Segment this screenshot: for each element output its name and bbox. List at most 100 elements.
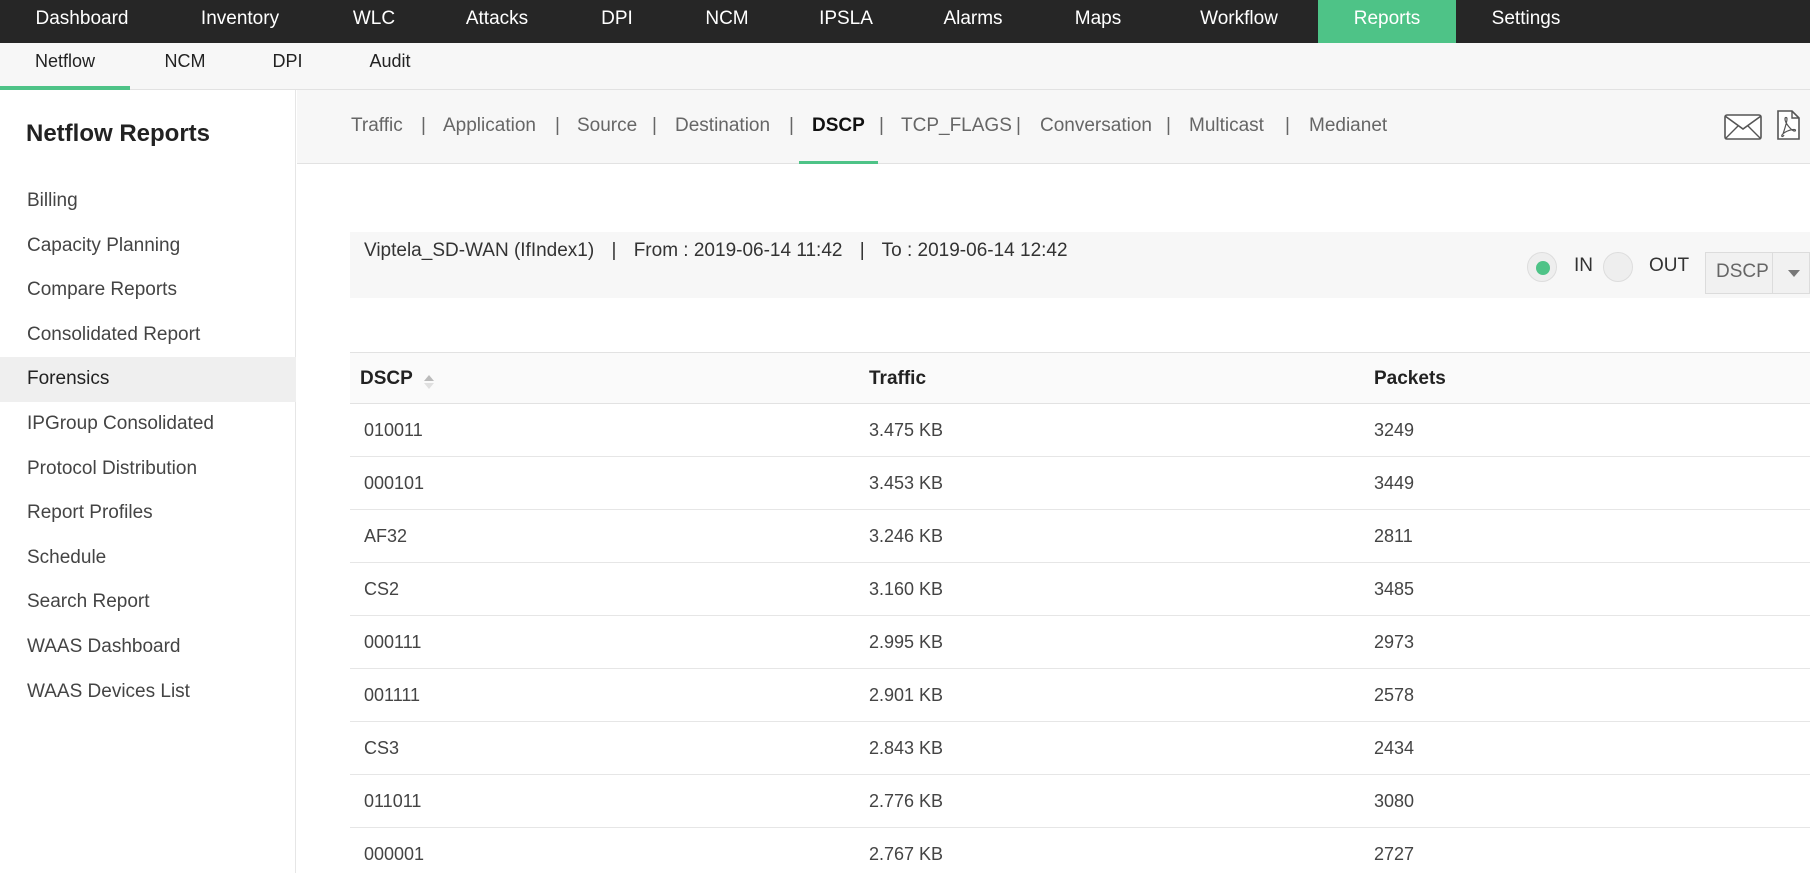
sidebar-item-capacity-planning[interactable]: Capacity Planning bbox=[0, 224, 296, 269]
traffic-cell: 2.776 KB bbox=[869, 791, 944, 811]
nav-dashboard[interactable]: Dashboard bbox=[0, 0, 164, 43]
pdf-icon[interactable] bbox=[1776, 110, 1800, 140]
table-row[interactable]: 011011 2.776 KB 3080 bbox=[350, 775, 1810, 828]
sidebar-item-waas-dashboard[interactable]: WAAS Dashboard bbox=[0, 625, 296, 670]
out-radio-label: OUT bbox=[1649, 255, 1690, 276]
table-row[interactable]: CS2 3.160 KB 3485 bbox=[350, 563, 1810, 616]
packets-cell: 2578 bbox=[1374, 685, 1415, 705]
table-row[interactable]: 000111 2.995 KB 2973 bbox=[350, 616, 1810, 669]
table-header: DSCP Traffic Packets bbox=[350, 352, 1810, 404]
traffic-cell: 2.901 KB bbox=[869, 685, 944, 705]
tab-conversation[interactable]: Conversation bbox=[1040, 90, 1152, 164]
tab-separator: | bbox=[1166, 115, 1171, 136]
sub-nav: Netflow NCM DPI Audit bbox=[0, 43, 1810, 90]
packets-cell: 3449 bbox=[1374, 473, 1415, 493]
sidebar: Netflow Reports Billing Capacity Plannin… bbox=[0, 90, 296, 873]
packets-cell: 2811 bbox=[1374, 526, 1413, 546]
dscp-cell: 000101 bbox=[364, 473, 425, 493]
subnav-audit[interactable]: Audit bbox=[335, 43, 445, 90]
nav-maps[interactable]: Maps bbox=[1036, 0, 1160, 43]
packets-cell: 3485 bbox=[1374, 579, 1415, 599]
tab-separator: | bbox=[789, 115, 794, 136]
from-time: From : 2019-06-14 11:42 bbox=[633, 240, 843, 261]
sidebar-item-forensics[interactable]: Forensics bbox=[0, 357, 296, 402]
tab-destination[interactable]: Destination bbox=[675, 90, 770, 164]
sidebar-list: Billing Capacity Planning Compare Report… bbox=[0, 179, 296, 714]
subnav-ncm[interactable]: NCM bbox=[130, 43, 240, 90]
traffic-cell: 3.246 KB bbox=[869, 526, 944, 546]
device-name: Viptela_SD-WAN (IfIndex1) bbox=[364, 240, 595, 261]
dscp-cell: 000001 bbox=[364, 844, 425, 864]
chevron-down-icon bbox=[1788, 270, 1800, 277]
packets-cell: 2727 bbox=[1374, 844, 1415, 864]
table-row[interactable]: 000001 2.767 KB 2727 bbox=[350, 828, 1810, 873]
dscp-cell: AF32 bbox=[364, 526, 408, 546]
sidebar-item-report-profiles[interactable]: Report Profiles bbox=[0, 491, 296, 536]
sidebar-item-billing[interactable]: Billing bbox=[0, 179, 296, 224]
report-tabs: Traffic | Application | Source | Destina… bbox=[297, 90, 1810, 164]
dscp-select[interactable]: DSCP bbox=[1705, 252, 1810, 294]
column-header-traffic[interactable]: Traffic bbox=[869, 353, 926, 405]
table-row[interactable]: 001111 2.901 KB 2578 bbox=[350, 669, 1810, 722]
tab-separator: | bbox=[879, 115, 884, 136]
to-time: To : 2019-06-14 12:42 bbox=[881, 240, 1068, 261]
tab-source[interactable]: Source bbox=[577, 90, 637, 164]
sidebar-item-search-report[interactable]: Search Report bbox=[0, 580, 296, 625]
tab-medianet[interactable]: Medianet bbox=[1309, 90, 1387, 164]
info-separator: | bbox=[611, 240, 617, 261]
dscp-cell: 011011 bbox=[364, 791, 422, 811]
column-header-dscp[interactable]: DSCP bbox=[360, 353, 434, 405]
tab-separator: | bbox=[555, 115, 560, 136]
column-header-label: DSCP bbox=[360, 368, 413, 389]
table-row[interactable]: 000101 3.453 KB 3449 bbox=[350, 457, 1810, 510]
tab-dscp[interactable]: DSCP bbox=[799, 90, 878, 164]
subnav-dpi[interactable]: DPI bbox=[240, 43, 335, 90]
sidebar-item-consolidated-report[interactable]: Consolidated Report bbox=[0, 313, 296, 358]
packets-cell: 3249 bbox=[1374, 420, 1415, 440]
tab-separator: | bbox=[1016, 115, 1021, 136]
nav-dpi[interactable]: DPI bbox=[562, 0, 672, 43]
dscp-select-value: DSCP bbox=[1716, 261, 1769, 282]
tab-traffic[interactable]: Traffic bbox=[351, 90, 403, 164]
tab-application[interactable]: Application bbox=[443, 90, 536, 164]
tab-separator: | bbox=[1285, 115, 1290, 136]
nav-alarms[interactable]: Alarms bbox=[910, 0, 1036, 43]
sort-icon bbox=[424, 375, 434, 389]
sidebar-item-waas-devices-list[interactable]: WAAS Devices List bbox=[0, 670, 296, 715]
dscp-cell: 010011 bbox=[364, 420, 423, 440]
select-divider bbox=[1772, 253, 1773, 293]
traffic-cell: 3.475 KB bbox=[869, 420, 944, 440]
report-criteria: Viptela_SD-WAN (IfIndex1) | From : 2019-… bbox=[364, 240, 1068, 262]
envelope-icon[interactable] bbox=[1724, 114, 1762, 140]
traffic-cell: 3.160 KB bbox=[869, 579, 944, 599]
top-nav: Dashboard Inventory WLC Attacks DPI NCM … bbox=[0, 0, 1810, 43]
tab-multicast[interactable]: Multicast bbox=[1189, 90, 1264, 164]
sidebar-item-compare-reports[interactable]: Compare Reports bbox=[0, 268, 296, 313]
table-row[interactable]: CS3 2.843 KB 2434 bbox=[350, 722, 1810, 775]
sidebar-item-ipgroup-consolidated[interactable]: IPGroup Consolidated bbox=[0, 402, 296, 447]
nav-settings[interactable]: Settings bbox=[1456, 0, 1596, 43]
table-row[interactable]: AF32 3.246 KB 2811 bbox=[350, 510, 1810, 563]
sidebar-item-schedule[interactable]: Schedule bbox=[0, 536, 296, 581]
dscp-cell: CS3 bbox=[364, 738, 400, 758]
dscp-cell: 000111 bbox=[364, 632, 422, 652]
nav-reports[interactable]: Reports bbox=[1318, 0, 1456, 43]
report-info-bar: Viptela_SD-WAN (IfIndex1) | From : 2019-… bbox=[350, 232, 1810, 298]
out-radio[interactable] bbox=[1603, 252, 1633, 282]
column-header-packets[interactable]: Packets bbox=[1374, 353, 1446, 405]
subnav-netflow[interactable]: Netflow bbox=[0, 43, 130, 90]
traffic-cell: 2.995 KB bbox=[869, 632, 944, 652]
info-separator: | bbox=[859, 240, 865, 261]
nav-ipsla[interactable]: IPSLA bbox=[782, 0, 910, 43]
packets-cell: 2973 bbox=[1374, 632, 1415, 652]
nav-ncm[interactable]: NCM bbox=[672, 0, 782, 43]
nav-workflow[interactable]: Workflow bbox=[1160, 0, 1318, 43]
nav-wlc[interactable]: WLC bbox=[316, 0, 432, 43]
table-row[interactable]: 010011 3.475 KB 3249 bbox=[350, 404, 1810, 457]
traffic-cell: 2.843 KB bbox=[869, 738, 944, 758]
sidebar-item-protocol-distribution[interactable]: Protocol Distribution bbox=[0, 447, 296, 492]
in-radio[interactable] bbox=[1527, 252, 1557, 282]
tab-tcp-flags[interactable]: TCP_FLAGS bbox=[901, 90, 1012, 164]
nav-attacks[interactable]: Attacks bbox=[432, 0, 562, 43]
nav-inventory[interactable]: Inventory bbox=[164, 0, 316, 43]
